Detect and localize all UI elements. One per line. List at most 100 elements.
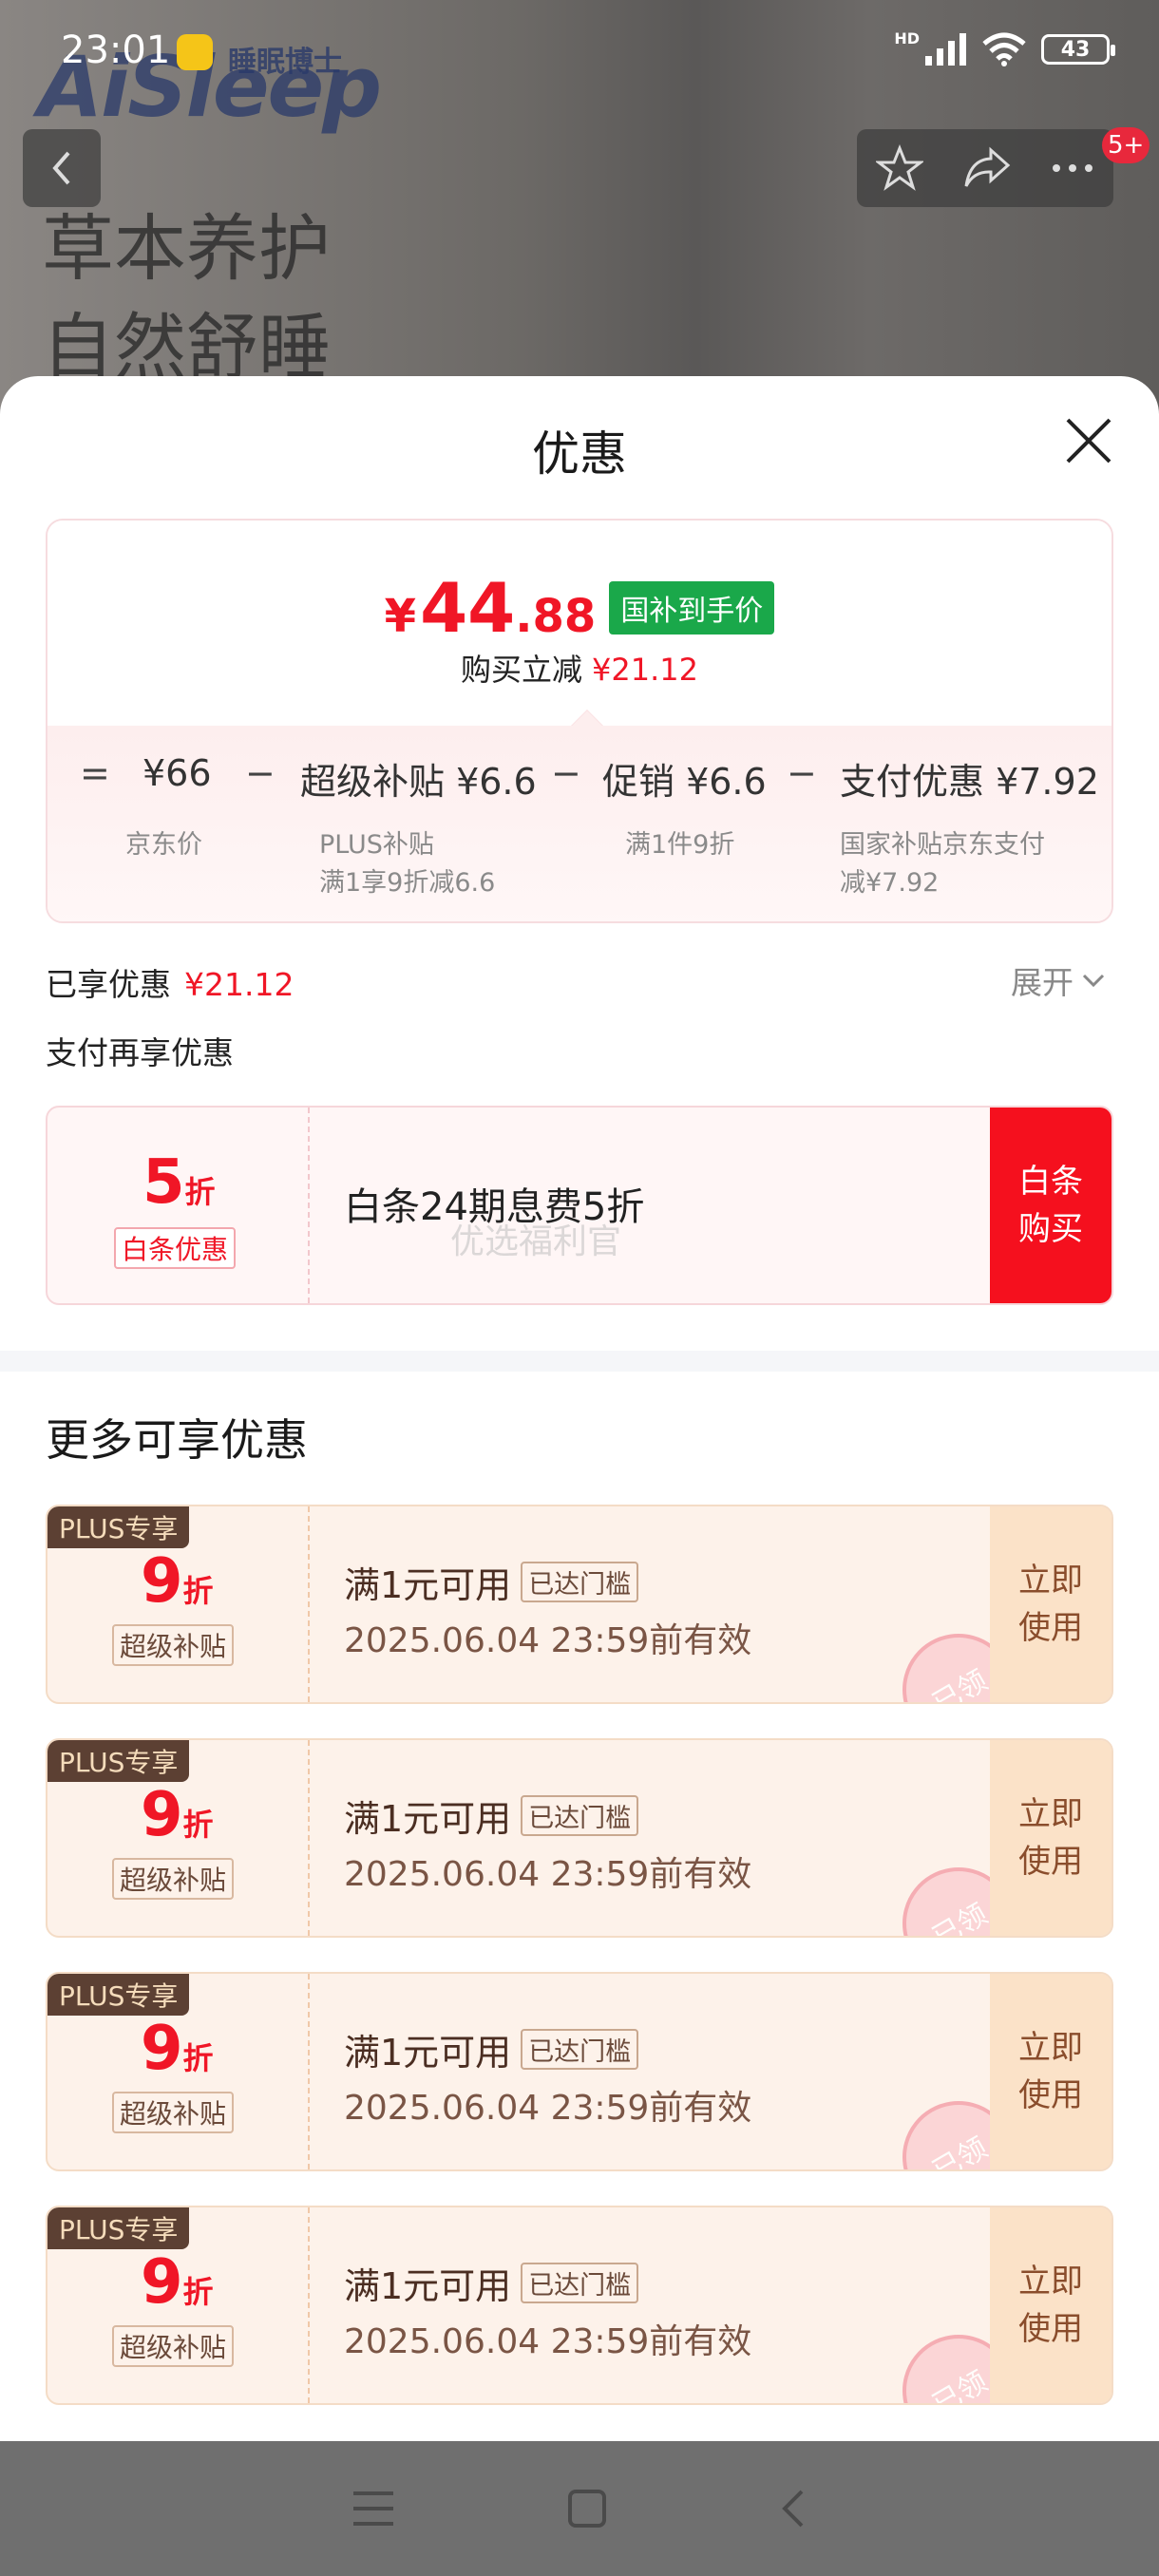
coupon-discount: 9折 <box>141 2247 214 2318</box>
plus-subsidy-label: PLUS补贴 <box>319 830 434 860</box>
plus-exclusive-badge: PLUS专享 <box>48 2207 190 2249</box>
share-icon[interactable] <box>962 146 1012 190</box>
top-actions <box>857 129 1113 207</box>
baitiao-discount-unit: 折 <box>184 1174 216 1210</box>
coupon-card[interactable]: PLUS专享 9折 超级补贴 满1元可用 已达门槛 2025.06.04 23:5… <box>46 1972 1113 2171</box>
coupon-validity: 2025.06.04 23:59前有效 <box>344 1621 752 1660</box>
battery-level: 43 <box>1060 37 1091 62</box>
use-now-button[interactable]: 立即 使用 <box>990 2207 1112 2403</box>
home-icon[interactable] <box>567 2489 607 2529</box>
coupon-discount: 9折 <box>141 1780 214 1850</box>
breakdown-pay-discount-detail: 国家补贴京东支付 减¥7.92 <box>840 826 1045 902</box>
breakdown-jd-price-label: 京东价 <box>125 830 202 860</box>
coupon-condition-text: 满1元可用 <box>344 2032 512 2074</box>
minus-sign: − <box>245 752 276 794</box>
use-now-line2: 使用 <box>1018 2076 1083 2114</box>
breakdown-jd-price: ¥66 <box>142 752 212 794</box>
baitiao-buy-button[interactable]: 白条 购买 <box>990 1108 1112 1303</box>
coupon-discount-block: PLUS专享 9折 超级补贴 <box>48 1974 310 2169</box>
status-time: 23:01 <box>61 28 171 72</box>
pay-discount-amount: 减¥7.92 <box>840 868 940 898</box>
expand-button[interactable]: 展开 <box>1011 957 1106 1003</box>
use-now-line1: 立即 <box>1018 1562 1083 1600</box>
equals-sign: = <box>80 752 110 794</box>
baitiao-discount: 5折 <box>142 1147 216 1218</box>
coupon-discount-num: 9 <box>141 2247 183 2318</box>
enjoyed-value: ¥21.12 <box>184 966 294 1003</box>
enjoyed-discount-row: 已享优惠 ¥21.12 <box>46 959 294 1005</box>
plus-exclusive-badge: PLUS专享 <box>48 1974 190 2016</box>
coupon-discount-num: 9 <box>141 2014 183 2084</box>
watermark-text: 优选福利官 <box>450 1222 622 1261</box>
slogan-line-1: 草本养护 <box>42 206 331 291</box>
use-now-button[interactable]: 立即 使用 <box>990 1740 1112 1936</box>
minus-sign: − <box>551 752 581 794</box>
breakdown-pay-discount: 支付优惠 ¥7.92 <box>840 761 1099 803</box>
app-notification-icon <box>177 34 213 70</box>
coupon-discount-unit: 折 <box>182 1573 214 1609</box>
coupon-discount-unit: 折 <box>182 1807 214 1843</box>
coupon-condition: 满1元可用 已达门槛 <box>344 2257 639 2309</box>
coupon-tag: 超级补贴 <box>112 2092 235 2133</box>
enjoyed-label: 已享优惠 <box>46 966 171 1003</box>
threshold-reached-badge: 已达门槛 <box>521 1562 639 1602</box>
use-now-line2: 使用 <box>1018 1609 1083 1647</box>
back-nav-icon[interactable] <box>779 2488 808 2529</box>
baitiao-discount-block: 5折 白条优惠 <box>48 1108 310 1303</box>
coupon-condition: 满1元可用 已达门槛 <box>344 1556 639 1608</box>
coupon-card[interactable]: PLUS专享 9折 超级补贴 满1元可用 已达门槛 2025.06.04 23:5… <box>46 2206 1113 2405</box>
more-offers-title: 更多可享优惠 <box>46 1414 308 1466</box>
use-now-line2: 使用 <box>1018 1843 1083 1881</box>
baitiao-discount-num: 5 <box>142 1147 185 1218</box>
more-icon[interactable] <box>1051 162 1094 174</box>
gov-subsidy-tag: 国补到手价 <box>609 581 775 635</box>
coupon-discount-num: 9 <box>141 1780 183 1850</box>
instant-reduce-label: 购买立减 <box>461 652 583 688</box>
section-divider <box>0 1351 1159 1372</box>
price-summary-card: ¥ 44 .88 国补到手价 购买立减 ¥21.12 = ¥66 京东价 − 超级… <box>46 519 1113 923</box>
final-price-decimal: .88 <box>515 590 597 643</box>
coupon-discount-unit: 折 <box>182 2274 214 2310</box>
breakdown-super-subsidy: 超级补贴 ¥6.6 <box>300 761 537 803</box>
breakdown-promotion: 促销 ¥6.6 <box>602 761 767 803</box>
coupon-tag: 超级补贴 <box>112 2325 235 2367</box>
chevron-left-icon <box>52 151 70 185</box>
coupon-condition-text: 满1元可用 <box>344 1798 512 1840</box>
system-nav-bar <box>0 2441 1159 2576</box>
status-bar: 23:01 HD 43 <box>0 0 1159 104</box>
threshold-reached-badge: 已达门槛 <box>521 1795 639 1836</box>
coupon-card[interactable]: PLUS专享 9折 超级补贴 满1元可用 已达门槛 2025.06.04 23:5… <box>46 1505 1113 1704</box>
plus-exclusive-badge: PLUS专享 <box>48 1506 190 1548</box>
use-now-button[interactable]: 立即 使用 <box>990 1974 1112 2169</box>
discount-sheet: 优惠 ¥ 44 .88 国补到手价 购买立减 ¥21.12 = ¥66 京东价 − <box>0 376 1159 2441</box>
price-breakdown-section: = ¥66 京东价 − 超级补贴 ¥6.6 PLUS补贴 满1享9折减6.6 −… <box>48 726 1112 921</box>
sheet-title: 优惠 <box>532 426 627 482</box>
coupon-condition: 满1元可用 已达门槛 <box>344 2023 639 2075</box>
final-price-integer: 44 <box>420 568 516 648</box>
breakdown-promotion-rule: 满1件9折 <box>625 830 735 860</box>
chevron-down-icon <box>1082 974 1105 988</box>
hd-label: HD <box>894 28 920 47</box>
use-now-line1: 立即 <box>1018 2029 1083 2067</box>
back-button[interactable] <box>23 129 101 207</box>
baitiao-tag: 白条优惠 <box>114 1227 237 1269</box>
use-now-button[interactable]: 立即 使用 <box>990 1506 1112 1702</box>
coupon-card[interactable]: PLUS专享 9折 超级补贴 满1元可用 已达门槛 2025.06.04 23:5… <box>46 1738 1113 1938</box>
coupon-condition: 满1元可用 已达门槛 <box>344 1790 639 1842</box>
final-price-symbol: ¥ <box>384 590 417 643</box>
use-now-line1: 立即 <box>1018 1795 1083 1833</box>
menu-icon[interactable] <box>352 2490 395 2528</box>
baitiao-offer-card[interactable]: 5折 白条优惠 白条24期息费5折 优选福利官 白条 购买 <box>46 1106 1113 1305</box>
coupon-validity: 2025.06.04 23:59前有效 <box>344 2089 752 2128</box>
signal-icon <box>925 33 966 66</box>
coupon-discount-unit: 折 <box>182 2040 214 2076</box>
star-icon[interactable] <box>876 144 924 192</box>
baitiao-button-line2: 购买 <box>1018 1210 1083 1248</box>
battery-icon: 43 <box>1041 34 1115 65</box>
coupon-validity: 2025.06.04 23:59前有效 <box>344 1855 752 1894</box>
coupon-condition-text: 满1元可用 <box>344 2265 512 2307</box>
message-badge: 5+ <box>1102 127 1150 163</box>
close-icon[interactable] <box>1060 412 1117 469</box>
baitiao-button-line1: 白条 <box>1018 1163 1083 1201</box>
instant-reduce-value: ¥21.12 <box>592 652 698 688</box>
